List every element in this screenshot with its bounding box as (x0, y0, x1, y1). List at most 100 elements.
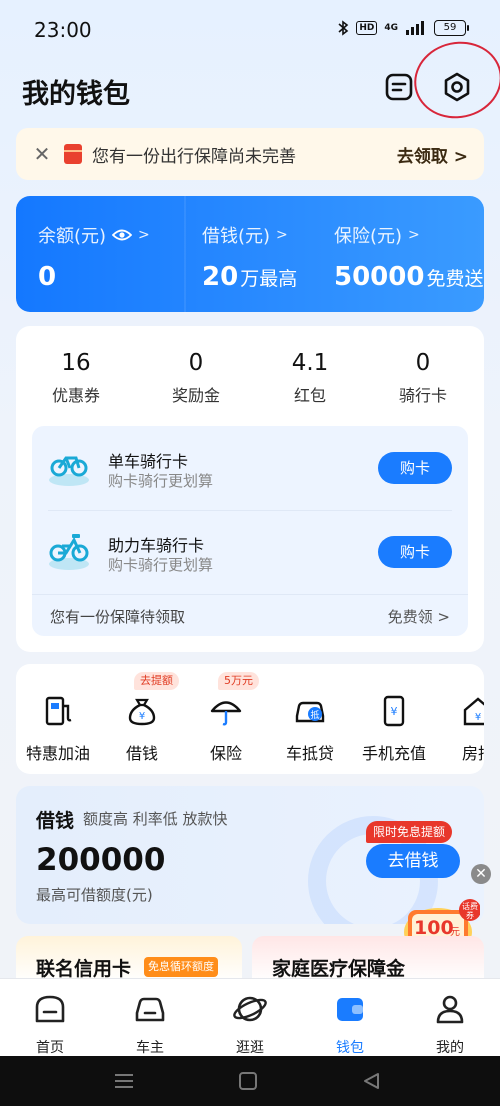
network-label: 4G (384, 23, 398, 33)
loan-limit-value: 20 (202, 262, 239, 292)
loan-amount-label: 最高可借额度(元) (36, 886, 153, 904)
stat-red-packets[interactable]: 4.1 红包 (260, 350, 360, 406)
tab-bar: 首页 车主 逛逛 钱包 我的 (0, 978, 500, 1056)
chevron-right-icon: > (453, 146, 468, 167)
eye-icon[interactable] (112, 228, 133, 242)
buy-card-button[interactable]: 购卡 (378, 536, 452, 568)
service-house-loan[interactable]: ¥ 房抵 (436, 694, 484, 764)
menu-icon[interactable] (112, 1071, 136, 1091)
balance-label: 余额(元) (38, 226, 107, 247)
ride-card-panel: 单车骑行卡 购卡骑行更划算 购卡 助力车骑行卡 购卡骑行更划算 购卡 您有一份保… (32, 426, 468, 636)
free-claim-link[interactable]: 免费领 > (388, 606, 450, 627)
close-icon[interactable]: ✕ (471, 864, 491, 884)
stat-value: 16 (61, 350, 91, 376)
tab-explore[interactable]: 逛逛 (200, 991, 300, 1057)
ride-card-title: 单车骑行卡 (108, 452, 189, 471)
balance-divider (184, 196, 186, 312)
insurance-value: 50000 (334, 262, 425, 292)
stat-rewards[interactable]: 0 奖励金 (146, 350, 246, 406)
service-fuel[interactable]: 特惠加油 (16, 694, 100, 764)
money-bag-icon: ¥ (128, 698, 156, 726)
system-nav-bar (0, 1056, 500, 1106)
promo-card-medical[interactable]: 家庭医疗保障金 (252, 936, 484, 982)
insurance-item[interactable]: 保险(元) > 50000 免费送 (334, 222, 483, 292)
loan-limit-suffix: 万最高 (240, 268, 298, 290)
service-label: 手机充值 (361, 744, 426, 763)
ride-card-title: 助力车骑行卡 (108, 536, 205, 555)
page-title: 我的钱包 (22, 79, 130, 110)
battery-indicator: 59 (434, 20, 469, 36)
chevron-right-icon: > (138, 227, 150, 243)
service-label: 房抵 (461, 744, 484, 763)
balance-card: 余额(元) > 0 借钱(元) > 20 万最高 保险(元) > 50000 免费送 (16, 196, 484, 312)
hd-badge: HD (356, 21, 378, 35)
guarantee-text: 您有一份保障待领取 (50, 608, 186, 626)
status-icons: HD 4G 59 (337, 20, 469, 36)
ride-card-subtitle: 购卡骑行更划算 (108, 556, 214, 574)
tab-car-owner[interactable]: 车主 (100, 991, 200, 1057)
promo-title: 联名信用卡 (36, 958, 132, 980)
gift-icon (64, 144, 82, 164)
borrow-button[interactable]: 去借钱 (366, 844, 460, 878)
home-square-icon[interactable] (236, 1071, 260, 1091)
loan-tags: 额度高 利率低 放款快 (83, 810, 228, 828)
chevron-right-icon: > (408, 227, 420, 243)
notice-action-link[interactable]: 去领取 > (397, 142, 468, 167)
notice-banner[interactable]: ✕ 您有一份出行保障尚未完善 去领取 > (16, 128, 484, 180)
tab-home[interactable]: 首页 (0, 991, 100, 1057)
tab-label: 车主 (136, 1040, 164, 1056)
house-loan-icon: ¥ (463, 697, 484, 726)
service-car-loan[interactable]: 抵 车抵贷 (268, 694, 352, 764)
phone-recharge-icon: ¥ (383, 695, 405, 727)
promo-title: 家庭医疗保障金 (272, 958, 406, 980)
message-button[interactable] (382, 70, 416, 104)
assets-card: 16 优惠券 0 奖励金 4.1 红包 0 骑行卡 单车骑行卡 购卡骑行更划算 … (16, 326, 484, 652)
ride-card-subtitle: 购卡骑行更划算 (108, 472, 214, 490)
tab-wallet[interactable]: 钱包 (300, 991, 400, 1057)
stat-value: 0 (415, 350, 431, 376)
loan-promo-badge: 限时免息提额 (366, 821, 453, 843)
service-label: 特惠加油 (25, 744, 90, 763)
guarantee-footer[interactable]: 您有一份保障待领取 免费领 > (32, 594, 468, 636)
ebike-icon (49, 534, 89, 570)
stat-coupons[interactable]: 16 优惠券 (26, 350, 126, 406)
notice-action-label: 去领取 (396, 146, 448, 167)
coupon-tag: 话费券 (462, 902, 478, 920)
tab-label: 钱包 (336, 1040, 364, 1056)
insurance-label: 保险(元) (334, 226, 403, 247)
ride-card-item[interactable]: 助力车骑行卡 购卡骑行更划算 购卡 (32, 510, 468, 590)
close-icon[interactable]: ✕ (32, 142, 52, 166)
stat-ride-cards[interactable]: 0 骑行卡 (373, 350, 473, 406)
car-loan-icon: 抵 (295, 701, 325, 723)
message-icon (385, 73, 413, 101)
loan-title: 借钱 (36, 810, 75, 832)
balance-item[interactable]: 余额(元) > 0 (38, 222, 150, 292)
tab-label: 首页 (36, 1040, 64, 1056)
svg-text:¥: ¥ (475, 712, 481, 723)
tab-mine[interactable]: 我的 (400, 991, 500, 1057)
buy-card-button[interactable]: 购卡 (378, 452, 452, 484)
home-icon (35, 995, 65, 1023)
service-phone-recharge[interactable]: ¥ 手机充值 (352, 694, 436, 764)
service-insurance[interactable]: 保险 (184, 694, 268, 764)
loan-amount: 200000 (36, 842, 166, 878)
umbrella-icon (210, 701, 242, 726)
bicycle-icon (49, 456, 89, 486)
tab-label: 逛逛 (236, 1040, 264, 1056)
tab-label: 我的 (436, 1040, 464, 1056)
bluetooth-icon (338, 20, 349, 36)
loan-limit-item[interactable]: 借钱(元) > 20 万最高 (202, 222, 297, 292)
stat-label: 奖励金 (171, 386, 220, 405)
service-borrow[interactable]: ¥ 借钱 (100, 694, 184, 764)
ride-card-item[interactable]: 单车骑行卡 购卡骑行更划算 购卡 (32, 426, 468, 511)
signal-icon (406, 21, 424, 35)
car-icon (135, 997, 165, 1022)
promo-card-credit[interactable]: 联名信用卡 免息循环额度 (16, 936, 242, 982)
service-tag: 5万元 (218, 672, 259, 690)
service-tag: 去提额 (134, 672, 179, 690)
back-icon[interactable] (360, 1071, 384, 1091)
status-bar: 23:00 HD 4G 59 (0, 0, 500, 60)
services-card: 特惠加油 去提额 ¥ 借钱 5万元 保险 抵 车抵贷 ¥ 手机充值 ¥ 房 (16, 664, 484, 774)
person-icon (436, 995, 464, 1024)
stat-label: 骑行卡 (398, 386, 447, 405)
